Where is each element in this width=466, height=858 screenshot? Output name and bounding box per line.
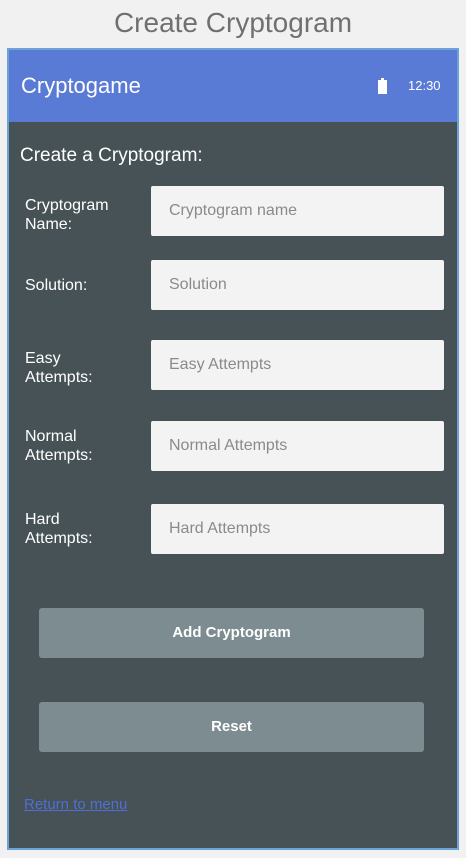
phone-screen: Cryptogame 12:30 Create a Cryptogram: Cr… — [7, 48, 459, 850]
page-title: Create Cryptogram — [113, 7, 353, 38]
solution-label: Solution: — [25, 277, 88, 294]
app-bar: Cryptogame 12:30 — [9, 50, 457, 122]
cryptogram-name-label: Cryptogram Name: — [25, 197, 109, 233]
normal-attempts-input[interactable] — [151, 421, 444, 471]
status-clock: 12:30 — [408, 78, 441, 93]
easy-attempts-label: Easy Attempts: — [25, 350, 93, 386]
reset-button[interactable]: Reset — [39, 702, 424, 752]
normal-attempts-label: Normal Attempts: — [25, 428, 93, 464]
hard-attempts-label: Hard Attempts: — [25, 511, 93, 547]
easy-attempts-input[interactable] — [151, 340, 444, 390]
cryptogram-name-input[interactable] — [151, 186, 444, 236]
form-heading: Create a Cryptogram: — [20, 145, 203, 166]
app-title: Cryptogame — [21, 73, 141, 98]
return-to-menu-link[interactable]: Return to menu — [24, 796, 127, 814]
add-cryptogram-button[interactable]: Add Cryptogram — [39, 608, 424, 658]
battery-icon — [378, 78, 387, 94]
hard-attempts-input[interactable] — [151, 504, 444, 554]
solution-input[interactable] — [151, 260, 444, 310]
